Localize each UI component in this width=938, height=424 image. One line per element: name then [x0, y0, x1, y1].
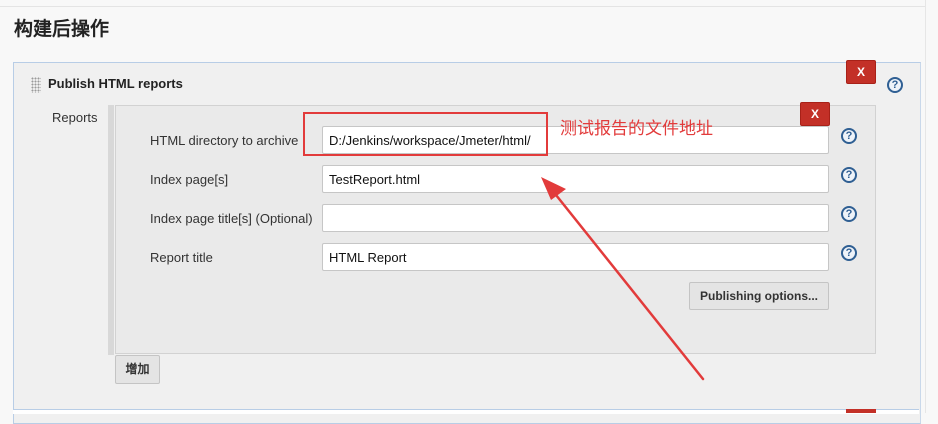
annotation-arrow-icon — [541, 177, 705, 381]
